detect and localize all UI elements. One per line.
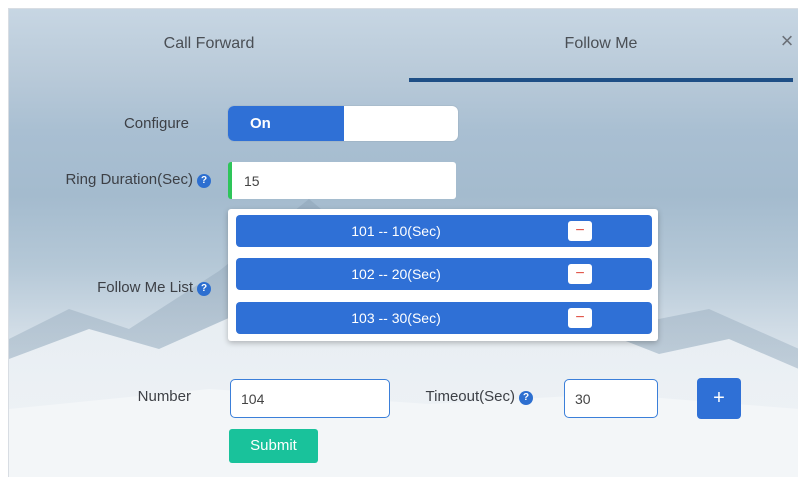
follow-me-dialog: Call Forward Follow Me × Configure On Ri… (8, 8, 798, 477)
follow-me-item-text: 102 -- 20(Sec) (351, 266, 441, 282)
help-icon[interactable]: ? (519, 391, 533, 405)
follow-me-list-item[interactable]: 101 -- 10(Sec) − (236, 215, 652, 247)
close-icon[interactable]: × (777, 30, 797, 52)
timeout-input[interactable] (564, 379, 658, 418)
tab-bar: Call Forward Follow Me × (9, 9, 798, 82)
remove-button[interactable]: − (568, 308, 592, 328)
active-tab-indicator (409, 78, 793, 82)
ring-duration-label: Ring Duration(Sec)? (11, 171, 211, 188)
add-button[interactable]: + (697, 378, 741, 419)
follow-me-list-label: Follow Me List? (11, 279, 211, 296)
follow-me-list-item[interactable]: 102 -- 20(Sec) − (236, 258, 652, 290)
remove-button[interactable]: − (568, 221, 592, 241)
follow-me-item-text: 103 -- 30(Sec) (351, 310, 441, 326)
timeout-label: Timeout(Sec)? (407, 388, 533, 405)
follow-me-item-text: 101 -- 10(Sec) (351, 223, 441, 239)
help-icon[interactable]: ? (197, 174, 211, 188)
configure-toggle[interactable]: On (228, 106, 458, 141)
ring-duration-input[interactable] (228, 162, 456, 199)
timeout-label-text: Timeout(Sec) (425, 388, 515, 405)
follow-me-list: 101 -- 10(Sec) − 102 -- 20(Sec) − 103 --… (228, 209, 658, 341)
remove-button[interactable]: − (568, 264, 592, 284)
number-label: Number (137, 388, 191, 405)
configure-label: Configure (123, 115, 189, 132)
submit-button[interactable]: Submit (229, 429, 318, 463)
ring-duration-label-text: Ring Duration(Sec) (65, 171, 193, 188)
tab-follow-me[interactable]: Follow Me (409, 35, 793, 81)
follow-me-list-label-text: Follow Me List (97, 279, 193, 296)
help-icon[interactable]: ? (197, 282, 211, 296)
toggle-on-state: On (228, 106, 344, 141)
follow-me-list-item[interactable]: 103 -- 30(Sec) − (236, 302, 652, 334)
number-input[interactable] (230, 379, 390, 418)
tab-call-forward[interactable]: Call Forward (9, 35, 409, 81)
